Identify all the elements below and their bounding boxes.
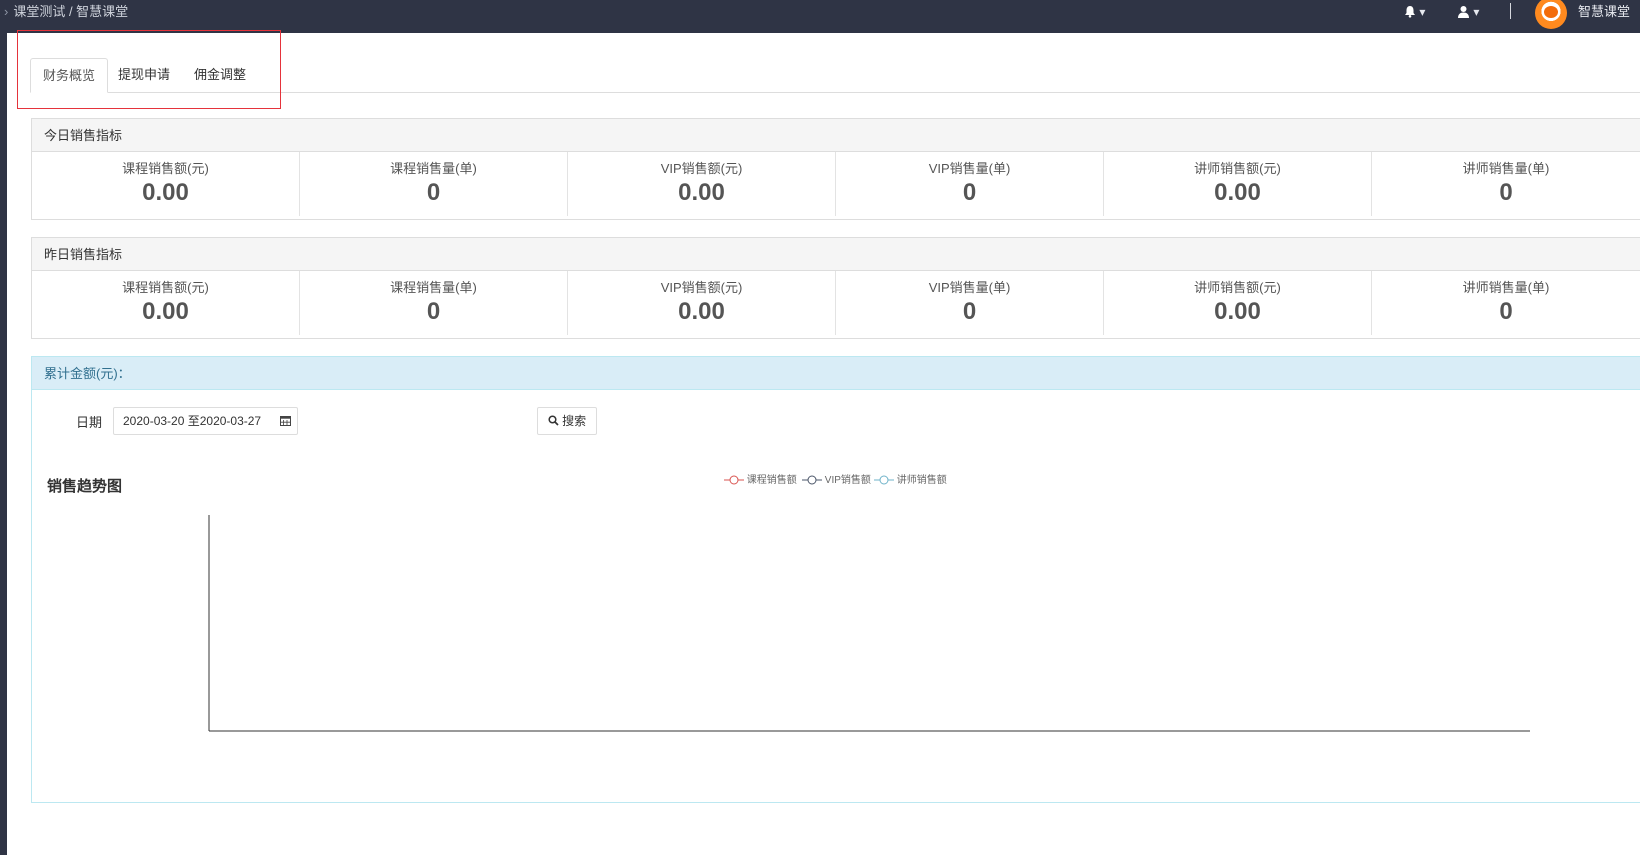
chevron-right-icon: › — [4, 4, 9, 19]
stat-label: 讲师销售额(元) — [1194, 280, 1281, 295]
search-button-label: 搜索 — [562, 414, 587, 428]
stat-vip-revenue: VIP销售额(元) 0.00 — [568, 271, 836, 335]
sidebar-collapsed — [0, 33, 7, 855]
legend-label: VIP销售额 — [824, 475, 871, 486]
legend-label: 课程销售额 — [746, 475, 797, 486]
chart-title: 销售趋势图 — [47, 478, 123, 495]
stat-label: 课程销售量(单) — [390, 280, 477, 295]
today-sales-panel: 今日销售指标 课程销售额(元) 0.00 课程销售量(单) 0 VIP销售额(元… — [31, 118, 1640, 220]
search-button[interactable]: 搜索 — [537, 407, 597, 435]
stat-vip-orders: VIP销售量(单) 0 — [836, 152, 1104, 216]
stat-value: 0 — [1499, 179, 1513, 206]
stat-label: 课程销售额(元) — [122, 161, 209, 176]
stat-label: VIP销售额(元) — [660, 161, 743, 176]
stat-value: 0 — [962, 298, 977, 325]
legend-marker — [874, 475, 894, 485]
stat-value: 0.00 — [678, 298, 725, 325]
top-navbar: › 课堂测试 / 智慧课堂 ▾ ▾ 智慧课堂 — [0, 0, 1640, 33]
stat-label: 课程销售量(单) — [390, 161, 477, 176]
stat-value: 0.00 — [142, 179, 189, 206]
legend-marker — [802, 475, 822, 485]
yesterday-sales-panel: 昨日销售指标 课程销售额(元) 0.00 课程销售量(单) 0 VIP销售额(元… — [31, 237, 1640, 339]
stat-value: 0.00 — [678, 179, 725, 206]
legend-item-vip[interactable]: VIP销售额 — [802, 474, 871, 488]
stat-value: 0.00 — [1214, 179, 1261, 206]
stat-course-revenue: 课程销售额(元) 0.00 — [32, 152, 300, 216]
bell-icon — [1405, 6, 1415, 18]
date-label: 日期 — [76, 415, 103, 430]
stat-label: VIP销售额(元) — [660, 280, 743, 295]
stat-vip-orders: VIP销售量(单) 0 — [836, 271, 1104, 335]
stat-vip-revenue: VIP销售额(元) 0.00 — [568, 152, 836, 216]
stat-value: 0 — [1499, 298, 1513, 325]
stat-label: 讲师销售量(单) — [1462, 280, 1550, 295]
user-menu-button[interactable]: ▾ — [1457, 0, 1479, 24]
legend-marker — [724, 475, 744, 485]
legend-item-course[interactable]: 课程销售额 — [724, 474, 797, 488]
avatar[interactable] — [1535, 0, 1567, 29]
stat-lecturer-revenue: 讲师销售额(元) 0.00 — [1104, 271, 1372, 335]
legend-item-lecturer[interactable]: 讲师销售额 — [874, 474, 947, 488]
stat-label: VIP销售量(单) — [928, 280, 1011, 295]
highlight-annotation — [17, 30, 281, 109]
stat-value: 0 — [962, 179, 977, 206]
stat-value: 0 — [426, 179, 441, 206]
divider — [1510, 3, 1511, 19]
stat-course-orders: 课程销售量(单) 0 — [300, 271, 568, 335]
panel-title: 今日销售指标 — [32, 119, 1640, 152]
cumulative-panel: 累计金额(元)： 日期 2020-03-20 至2020-03-27 搜索 销售… — [31, 356, 1640, 803]
stat-lecturer-orders: 讲师销售量(单) 0 — [1372, 271, 1640, 335]
stat-value: 0.00 — [142, 298, 189, 325]
stat-value: 0 — [426, 298, 441, 325]
stat-label: 讲师销售量(单) — [1462, 161, 1550, 176]
date-range-input[interactable]: 2020-03-20 至2020-03-27 — [113, 407, 298, 435]
search-icon — [548, 415, 559, 426]
breadcrumb-text: 课堂测试 / 智慧课堂 — [13, 4, 129, 19]
panel-title: 昨日销售指标 — [32, 238, 1640, 271]
stat-label: 讲师销售额(元) — [1194, 161, 1281, 176]
cumulative-title: 累计金额(元)： — [32, 357, 1640, 390]
calendar-icon[interactable] — [280, 408, 291, 435]
stat-value: 0.00 — [1214, 298, 1261, 325]
breadcrumb: › 课堂测试 / 智慧课堂 — [4, 0, 128, 24]
stat-course-orders: 课程销售量(单) 0 — [300, 152, 568, 216]
bell-dropdown-caret: ▾ — [1419, 5, 1426, 19]
sales-trend-chart — [208, 515, 1530, 732]
date-range-value: 2020-03-20 至2020-03-27 — [123, 414, 262, 428]
stat-label: 课程销售额(元) — [122, 280, 209, 295]
user-icon — [1458, 6, 1469, 18]
notifications-button[interactable]: ▾ — [1404, 0, 1425, 24]
stat-lecturer-revenue: 讲师销售额(元) 0.00 — [1104, 152, 1372, 216]
legend-label: 讲师销售额 — [896, 475, 947, 486]
user-dropdown-caret: ▾ — [1473, 5, 1480, 19]
username[interactable]: 智慧课堂 — [1578, 0, 1630, 24]
stat-label: VIP销售量(单) — [928, 161, 1011, 176]
stat-lecturer-orders: 讲师销售量(单) 0 — [1372, 152, 1640, 216]
stat-course-revenue: 课程销售额(元) 0.00 — [32, 271, 300, 335]
